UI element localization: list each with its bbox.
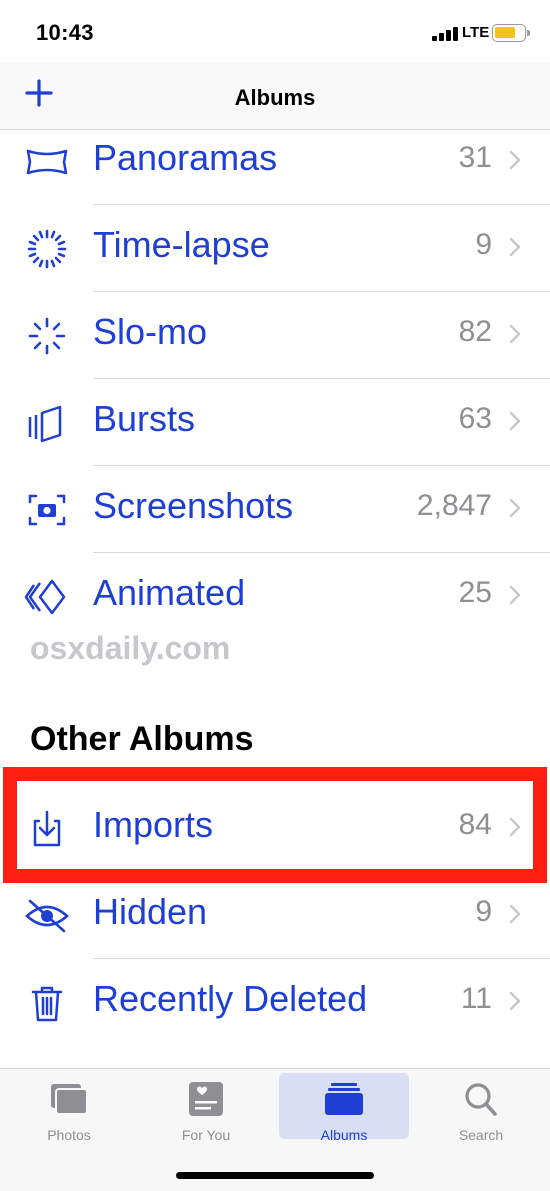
- albums-tab-icon: [325, 1083, 363, 1115]
- album-label: Screenshots: [93, 485, 294, 526]
- album-label: Time-lapse: [93, 224, 270, 265]
- album-row-animated[interactable]: Animated 25: [0, 553, 550, 640]
- trash-icon: [31, 986, 63, 1022]
- network-type: LTE: [462, 24, 490, 41]
- watermark-text: osxdaily.com: [30, 630, 231, 666]
- album-count: 9: [475, 895, 492, 928]
- tab-search[interactable]: Search: [416, 1073, 546, 1143]
- cellular-signal-icon: [432, 27, 458, 41]
- album-count: 31: [458, 141, 492, 174]
- tab-albums[interactable]: Albums: [279, 1073, 409, 1143]
- chevron-right-icon: [509, 991, 521, 1011]
- album-count: 9: [475, 228, 492, 261]
- tab-label: Search: [458, 1127, 504, 1143]
- album-count: 11: [460, 982, 492, 1015]
- chevron-right-icon: [509, 498, 521, 518]
- highlight-annotation-box: [3, 767, 547, 883]
- album-row-slomo[interactable]: Slo-mo 82: [0, 292, 550, 379]
- animated-icon: [24, 579, 66, 615]
- chevron-right-icon: [509, 585, 521, 605]
- album-label: Animated: [93, 572, 246, 613]
- status-bar: 10:43 LTE: [0, 0, 550, 62]
- album-label: Slo-mo: [93, 311, 208, 352]
- page-title: Albums: [234, 85, 316, 110]
- panorama-icon: [26, 149, 68, 175]
- album-row-recently-deleted[interactable]: Recently Deleted 11: [0, 959, 550, 1046]
- album-label: Panoramas: [93, 137, 278, 178]
- search-tab-icon: [465, 1083, 497, 1116]
- album-count: 82: [458, 315, 492, 348]
- album-row-hidden[interactable]: Hidden 9: [0, 872, 550, 959]
- screenshots-icon: [28, 494, 66, 526]
- battery-icon: [492, 24, 530, 42]
- hidden-eye-icon: [25, 899, 69, 933]
- album-row-panoramas[interactable]: Panoramas 31: [0, 118, 550, 205]
- album-label: Recently Deleted: [93, 978, 368, 1019]
- status-time: 10:43: [36, 20, 94, 45]
- album-label: Hidden: [93, 891, 208, 932]
- tab-label: Photos: [47, 1127, 91, 1143]
- chevron-right-icon: [509, 904, 521, 924]
- timelapse-icon: [27, 229, 67, 269]
- chevron-right-icon: [509, 324, 521, 344]
- section-title-other-albums: Other Albums: [30, 720, 254, 758]
- home-indicator: [176, 1172, 374, 1179]
- album-row-timelapse[interactable]: Time-lapse 9: [0, 205, 550, 292]
- bursts-icon: [28, 405, 62, 443]
- album-row-bursts[interactable]: Bursts 63: [0, 379, 550, 466]
- album-row-screenshots[interactable]: Screenshots 2,847: [0, 466, 550, 553]
- chevron-right-icon: [509, 150, 521, 170]
- tab-label: For You: [181, 1127, 231, 1143]
- tab-label: Albums: [320, 1127, 368, 1143]
- album-count: 25: [458, 576, 492, 609]
- chevron-right-icon: [509, 411, 521, 431]
- tab-photos[interactable]: Photos: [4, 1073, 134, 1143]
- tab-for-you[interactable]: For You: [141, 1073, 271, 1143]
- album-count: 63: [458, 402, 492, 435]
- album-count: 2,847: [416, 489, 492, 522]
- for-you-tab-icon: [189, 1082, 223, 1116]
- photos-tab-icon: [51, 1084, 88, 1115]
- slomo-icon: [28, 317, 66, 355]
- album-label: Bursts: [93, 398, 196, 439]
- chevron-right-icon: [509, 237, 521, 257]
